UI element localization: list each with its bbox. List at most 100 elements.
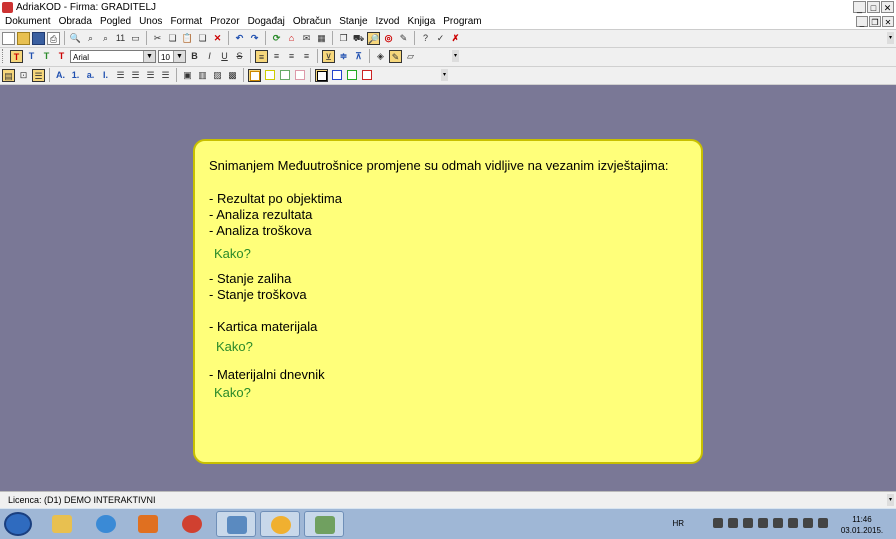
statusbar-overflow-icon[interactable]: ▾ <box>887 494 894 506</box>
page-view-icon[interactable]: ▭ <box>129 32 142 45</box>
home-icon[interactable]: ⌂ <box>285 32 298 45</box>
insert-chart-icon[interactable]: ▥ <box>196 69 209 82</box>
redo-icon[interactable]: ↷ <box>248 32 261 45</box>
new-document-icon[interactable] <box>2 31 15 45</box>
kako-link-1[interactable]: Kako? <box>214 246 251 261</box>
list-letter-lower-icon[interactable]: a. <box>84 69 97 82</box>
border-swatch-red-icon[interactable] <box>360 69 373 82</box>
calculator-icon[interactable]: ▦ <box>315 32 328 45</box>
color-swatch-green-icon[interactable] <box>278 69 291 82</box>
close-button[interactable]: ✕ <box>881 1 894 13</box>
start-button[interactable] <box>4 512 32 536</box>
help-icon[interactable]: ? <box>419 32 432 45</box>
kako-link-3[interactable]: Kako? <box>214 385 251 400</box>
check-icon[interactable]: ✓ <box>434 32 447 45</box>
list-letter-upper-icon[interactable]: A. <box>54 69 67 82</box>
volume-icon[interactable] <box>803 518 813 528</box>
toolbar-overflow-icon[interactable]: ▾ <box>452 50 459 62</box>
font-size-select[interactable]: 10 ▼ <box>158 49 186 63</box>
taskbar-ie[interactable] <box>86 511 126 537</box>
menu-stanje[interactable]: Stanje <box>335 15 371 29</box>
align-center-icon[interactable]: ≡ <box>270 50 283 63</box>
textbox-icon[interactable]: ▤ <box>2 68 15 82</box>
color-swatch-orange-icon[interactable] <box>248 68 261 82</box>
kako-link-2[interactable]: Kako? <box>216 339 253 354</box>
bullet-list-icon[interactable]: ☰ <box>144 69 157 82</box>
toolbar-grip[interactable] <box>2 49 6 63</box>
envelope-icon[interactable]: ✉ <box>300 32 313 45</box>
zoom-icon[interactable]: 🔎 <box>367 31 380 45</box>
taskbar-explorer[interactable] <box>42 511 82 537</box>
open-folder-icon[interactable] <box>17 31 30 45</box>
tray-icon-1[interactable] <box>713 518 723 528</box>
menu-program[interactable]: Program <box>439 15 485 29</box>
menu-dokument[interactable]: Dokument <box>0 15 55 29</box>
numbered-list-icon[interactable]: ☰ <box>114 69 127 82</box>
eraser-icon[interactable]: ▱ <box>404 50 417 63</box>
car-icon[interactable]: ⛟ <box>352 32 365 45</box>
insert-picture-icon[interactable]: ▣ <box>181 69 194 82</box>
strikethrough-icon[interactable]: S <box>233 50 246 63</box>
tray-icon-5[interactable] <box>773 518 783 528</box>
menu-format[interactable]: Format <box>166 15 206 29</box>
copy-icon[interactable]: ❏ <box>166 32 179 45</box>
color-swatch-yellow-icon[interactable] <box>263 69 276 82</box>
language-indicator[interactable]: HR <box>672 519 684 528</box>
align-justify-icon[interactable]: ≡ <box>300 50 313 63</box>
text-style-1-icon[interactable]: T <box>10 49 23 63</box>
toolbar-overflow-icon[interactable]: ▾ <box>887 32 894 44</box>
maximize-button[interactable]: □ <box>867 1 880 13</box>
list-number-icon[interactable]: 1. <box>69 69 82 82</box>
zoom-label[interactable]: 11 <box>114 32 127 45</box>
color-swatch-pink-icon[interactable] <box>293 69 306 82</box>
tray-icon-4[interactable] <box>758 518 768 528</box>
valign-bottom-icon[interactable]: ⊻ <box>322 49 335 63</box>
text-style-2-icon[interactable]: T <box>25 50 38 63</box>
insert-image-icon[interactable]: ▨ <box>211 69 224 82</box>
clock[interactable]: 11:46 03.01.2015. <box>832 514 892 536</box>
border-swatch-black-icon[interactable] <box>315 68 328 82</box>
toolbar-overflow-icon[interactable]: ▾ <box>441 69 448 81</box>
align-right-icon[interactable]: ≡ <box>285 50 298 63</box>
underline-icon[interactable]: U <box>218 50 231 63</box>
tray-icon-2[interactable] <box>728 518 738 528</box>
list-roman-icon[interactable]: I. <box>99 69 112 82</box>
outline-list-icon[interactable]: ☰ <box>129 69 142 82</box>
paste-icon[interactable]: 📋 <box>181 32 194 45</box>
network-icon[interactable] <box>788 518 798 528</box>
menu-izvod[interactable]: Izvod <box>372 15 404 29</box>
taskbar-chrome[interactable] <box>172 511 212 537</box>
menu-knjiga[interactable]: Knjiga <box>403 15 439 29</box>
text-style-3-icon[interactable]: T <box>40 50 53 63</box>
taskbar-media[interactable] <box>128 511 168 537</box>
valign-middle-icon[interactable]: ≑ <box>337 50 350 63</box>
print-preview-icon[interactable]: 🔍 <box>69 32 82 45</box>
paste-special-icon[interactable]: ❏ <box>196 32 209 45</box>
chevron-down-icon[interactable]: ▼ <box>173 50 185 62</box>
mdi-minimize-button[interactable]: _ <box>856 16 868 27</box>
wand-icon[interactable]: ✎ <box>397 32 410 45</box>
delete-icon[interactable]: ✕ <box>211 32 224 45</box>
menu-prozor[interactable]: Prozor <box>206 15 243 29</box>
undo-icon[interactable]: ↶ <box>233 32 246 45</box>
taskbar-app-1[interactable] <box>216 511 256 537</box>
valign-top-icon[interactable]: ⊼ <box>352 50 365 63</box>
menu-unos[interactable]: Unos <box>135 15 166 29</box>
flag-icon[interactable] <box>818 518 828 528</box>
border-swatch-blue-icon[interactable] <box>330 69 343 82</box>
font-name-select[interactable]: Arial ▼ <box>70 49 156 63</box>
border-swatch-green-icon[interactable] <box>345 69 358 82</box>
minimize-button[interactable]: _ <box>853 1 866 13</box>
menu-dogadaj[interactable]: Događaj <box>244 15 289 29</box>
italic-icon[interactable]: I <box>203 50 216 63</box>
paint-bucket-icon[interactable]: ◈ <box>374 50 387 63</box>
find-icon[interactable]: ⌕ <box>84 32 97 45</box>
paragraph-icon[interactable]: ☰ <box>32 68 45 82</box>
save-icon[interactable] <box>32 31 45 45</box>
text-style-4-icon[interactable]: T <box>55 50 68 63</box>
mdi-close-button[interactable]: ✕ <box>882 16 894 27</box>
exit-icon[interactable]: ✗ <box>449 32 462 45</box>
chevron-down-icon[interactable]: ▼ <box>143 50 155 62</box>
menu-obrada[interactable]: Obrada <box>55 15 96 29</box>
taskbar-app-2[interactable] <box>260 511 300 537</box>
